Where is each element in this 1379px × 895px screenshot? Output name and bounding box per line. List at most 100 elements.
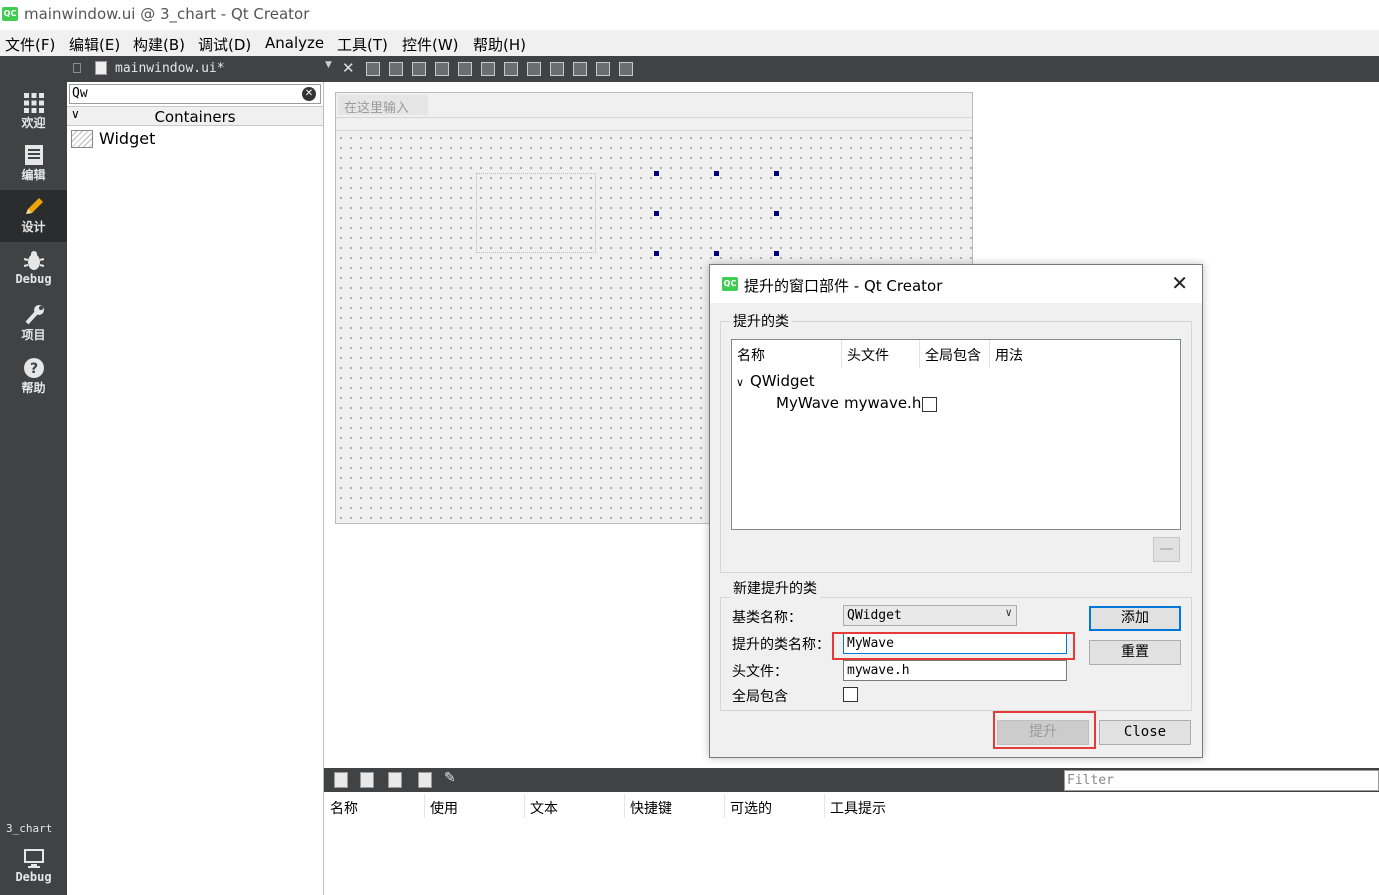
file-dropdown-icon[interactable]: ▼ xyxy=(325,60,332,70)
mode-design[interactable]: 设计 xyxy=(0,190,67,242)
column-divider xyxy=(424,794,425,818)
tree-item-header-file[interactable]: mywave.h xyxy=(844,394,921,412)
close-button[interactable]: Close xyxy=(1099,720,1191,745)
widget-icon xyxy=(71,130,93,148)
category-label: Containers xyxy=(154,108,236,126)
promoted-class-name-label: 提升的类名称： xyxy=(732,637,830,653)
splitter-horizontal-icon[interactable] xyxy=(504,62,518,76)
col-text[interactable]: 文本 xyxy=(530,798,558,818)
qt-creator-logo-icon: QC xyxy=(2,7,18,21)
global-include-checkbox[interactable] xyxy=(843,687,858,702)
layout-horizontal-icon[interactable] xyxy=(458,62,472,76)
selection-handle[interactable] xyxy=(654,171,659,176)
header-global-include[interactable]: 全局包含 xyxy=(920,340,990,368)
window-titlebar: QC mainwindow.ui @ 3_chart - Qt Creator xyxy=(0,0,1379,30)
header-name[interactable]: 名称 xyxy=(732,340,842,368)
base-class-combobox[interactable]: QWidget ∨ xyxy=(843,605,1017,626)
promoted-widgets-dialog: QC 提升的窗口部件 - Qt Creator ✕ 提升的类 名称 头文件 全局… xyxy=(709,264,1203,758)
menu-bar: 文件(F) 编辑(E) 构建(B) 调试(D) Analyze 工具(T) 控件… xyxy=(0,30,1379,56)
tree-item-promoted-name[interactable]: MyWave xyxy=(776,394,839,412)
menu-placeholder[interactable]: 在这里输入 xyxy=(338,95,428,116)
dialog-close-icon[interactable]: ✕ xyxy=(1171,271,1188,295)
menu-debug[interactable]: 调试(D) xyxy=(198,34,251,55)
mode-welcome-label: 欢迎 xyxy=(21,116,46,130)
close-document-icon[interactable]: ✕ xyxy=(342,59,355,77)
header-file-label: 头文件： xyxy=(732,664,788,680)
menu-build[interactable]: 构建(B) xyxy=(133,34,185,55)
clear-search-icon[interactable]: ✕ xyxy=(302,87,316,101)
base-class-label: QWidget xyxy=(750,372,815,390)
mode-debug[interactable]: Debug xyxy=(0,244,67,296)
mode-help-label: 帮助 xyxy=(21,381,46,395)
paste-action-icon[interactable] xyxy=(388,772,402,788)
svg-text:?: ? xyxy=(29,361,37,377)
selection-handle[interactable] xyxy=(654,211,659,216)
tree-item-base-class[interactable]: ∨ QWidget xyxy=(736,372,815,390)
edit-signals-icon[interactable] xyxy=(389,62,403,76)
col-tooltip[interactable]: 工具提示 xyxy=(830,798,886,818)
menu-widgets[interactable]: 控件(W) xyxy=(402,34,459,55)
filter-placeholder: Filter xyxy=(1067,773,1114,788)
break-layout-icon[interactable] xyxy=(596,62,610,76)
monitor-icon xyxy=(23,849,44,868)
menu-file[interactable]: 文件(F) xyxy=(5,34,55,55)
menu-edit[interactable]: 编辑(E) xyxy=(69,34,120,55)
adjust-size-icon[interactable] xyxy=(619,62,633,76)
mode-selector: 欢迎 编辑 设计 Debug 项目 ? 帮助 3_chart Debug xyxy=(0,56,67,895)
col-checkable[interactable]: 可选的 xyxy=(730,798,772,818)
qt-creator-logo-icon: QC xyxy=(722,277,738,291)
col-name[interactable]: 名称 xyxy=(330,798,358,818)
widget-item-label: Widget xyxy=(99,129,156,148)
kit-build-mode: Debug xyxy=(15,870,52,884)
menu-tools[interactable]: 工具(T) xyxy=(337,34,388,55)
chevron-down-icon[interactable]: ∨ xyxy=(736,376,750,389)
kit-selector[interactable]: Debug xyxy=(0,842,67,894)
new-promoted-class-title: 新建提升的类 xyxy=(730,578,820,598)
mode-welcome[interactable]: 欢迎 xyxy=(0,86,67,138)
selection-handle[interactable] xyxy=(714,251,719,256)
header-usage[interactable]: 用法 xyxy=(990,340,1180,368)
tree-header: 名称 头文件 全局包含 用法 xyxy=(732,340,1180,368)
column-divider xyxy=(524,794,525,818)
selection-handle[interactable] xyxy=(774,251,779,256)
promoted-classes-tree[interactable]: 名称 头文件 全局包含 用法 ∨ QWidget MyWave mywave.h xyxy=(731,339,1181,530)
menu-analyze[interactable]: Analyze xyxy=(265,34,324,52)
selection-handle[interactable] xyxy=(774,211,779,216)
category-containers[interactable]: ∨ Containers xyxy=(67,106,323,126)
mode-help[interactable]: ? 帮助 xyxy=(0,351,67,403)
tree-item-global-checkbox[interactable] xyxy=(922,397,937,412)
col-used[interactable]: 使用 xyxy=(430,798,458,818)
menu-help[interactable]: 帮助(H) xyxy=(473,34,526,55)
new-action-icon[interactable] xyxy=(334,772,348,788)
form-toolbar-area xyxy=(336,117,972,131)
selection-handle[interactable] xyxy=(774,171,779,176)
edit-tab-order-icon[interactable] xyxy=(435,62,449,76)
mode-projects[interactable]: 项目 xyxy=(0,298,67,350)
layout-form-icon[interactable] xyxy=(550,62,564,76)
splitter-vertical-icon[interactable] xyxy=(527,62,541,76)
widget-search-input[interactable]: Qw ✕ xyxy=(69,84,321,104)
col-shortcut[interactable]: 快捷键 xyxy=(630,798,672,818)
remove-promoted-class-button[interactable]: — xyxy=(1153,537,1180,562)
copy-action-icon[interactable] xyxy=(360,772,374,788)
header-header-file[interactable]: 头文件 xyxy=(842,340,920,368)
configure-wrench-icon[interactable]: ✎ xyxy=(444,770,456,786)
help-icon: ? xyxy=(23,358,44,378)
promoted-classes-title: 提升的类 xyxy=(730,311,792,331)
add-button[interactable]: 添加 xyxy=(1089,606,1181,631)
layout-grid-icon[interactable] xyxy=(573,62,587,76)
column-divider xyxy=(624,794,625,818)
open-file-name[interactable]: mainwindow.ui* xyxy=(115,61,225,76)
action-filter-input[interactable]: Filter xyxy=(1064,770,1379,791)
edit-widgets-icon[interactable] xyxy=(366,62,380,76)
wrench-icon xyxy=(25,305,44,325)
delete-action-icon[interactable] xyxy=(418,772,432,788)
reset-button[interactable]: 重置 xyxy=(1089,640,1181,665)
mode-edit-label: 编辑 xyxy=(21,168,46,182)
selection-handle[interactable] xyxy=(654,251,659,256)
layout-vertical-icon[interactable] xyxy=(481,62,495,76)
edit-buddies-icon[interactable] xyxy=(412,62,426,76)
mode-edit[interactable]: 编辑 xyxy=(0,138,67,190)
selection-handle[interactable] xyxy=(714,171,719,176)
header-file-input[interactable]: mywave.h xyxy=(843,660,1067,681)
